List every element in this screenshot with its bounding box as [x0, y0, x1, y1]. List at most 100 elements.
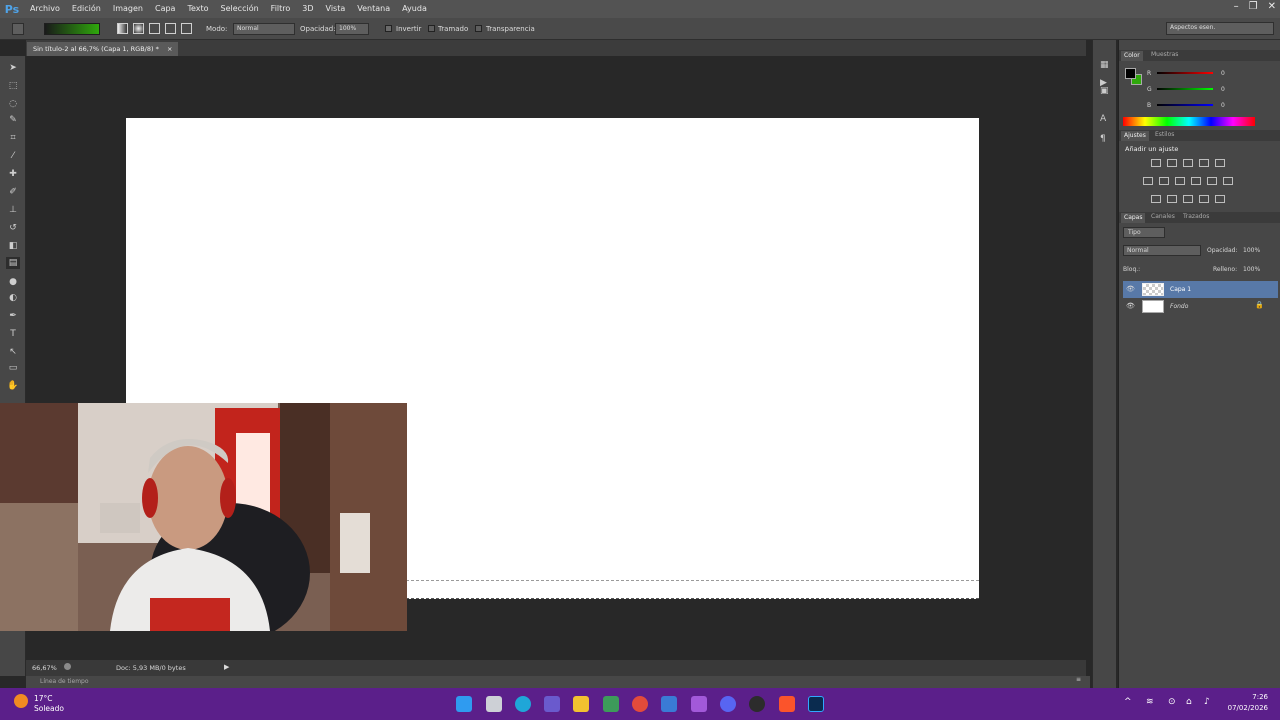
paragraph-panel-icon[interactable]: ¶: [1100, 134, 1106, 144]
network-icon[interactable]: ⌂: [1186, 697, 1192, 707]
channel-g-value[interactable]: 0: [1221, 86, 1225, 93]
status-arrow-icon[interactable]: ▶: [224, 663, 229, 671]
exposure-adjust-icon[interactable]: [1199, 159, 1209, 167]
vibrance-adjust-icon[interactable]: [1215, 159, 1225, 167]
gradient-angle-icon[interactable]: [149, 23, 160, 34]
discord-icon[interactable]: [720, 696, 736, 712]
timeline-label[interactable]: Línea de tiempo: [40, 678, 89, 685]
posterize-icon[interactable]: [1167, 195, 1177, 203]
document-tab-close-icon[interactable]: ×: [167, 45, 172, 53]
color-lookup-icon[interactable]: [1223, 177, 1233, 185]
selective-color-icon[interactable]: [1215, 195, 1225, 203]
foreground-color-swatch[interactable]: [1125, 68, 1136, 79]
modo-select[interactable]: Normal: [233, 23, 295, 35]
wifi-icon[interactable]: ≋: [1146, 697, 1154, 707]
layer-name[interactable]: Fondo: [1170, 303, 1188, 310]
hue-adjust-icon[interactable]: [1143, 177, 1153, 185]
gradient-diamond-icon[interactable]: [181, 23, 192, 34]
menu-3d[interactable]: 3D: [296, 0, 319, 18]
hand-tool-icon[interactable]: ✋: [6, 380, 20, 392]
workspace-select[interactable]: Aspectos esen.: [1166, 22, 1274, 35]
volume-icon[interactable]: ♪: [1204, 697, 1210, 707]
levels-adjust-icon[interactable]: [1167, 159, 1177, 167]
restore-icon[interactable]: ❐: [1249, 1, 1258, 12]
eraser-tool-icon[interactable]: ◧: [6, 240, 20, 252]
quick-selection-icon[interactable]: ✎: [6, 114, 20, 126]
channel-mixer-icon[interactable]: [1207, 177, 1217, 185]
teams-icon[interactable]: [544, 696, 560, 712]
channel-g-slider[interactable]: [1157, 88, 1213, 90]
tab-trazados[interactable]: Trazados: [1183, 213, 1209, 220]
menu-seleccion[interactable]: Selección: [215, 0, 265, 18]
gradient-reflected-icon[interactable]: [165, 23, 176, 34]
app-icon[interactable]: [603, 696, 619, 712]
curves-adjust-icon[interactable]: [1183, 159, 1193, 167]
color-balance-icon[interactable]: [1159, 177, 1169, 185]
gradient-map-icon[interactable]: [1199, 195, 1209, 203]
character-panel-icon[interactable]: A: [1100, 114, 1106, 124]
app-icon[interactable]: [661, 696, 677, 712]
gradient-radial-icon[interactable]: [133, 23, 144, 34]
tramado-checkbox[interactable]: [428, 25, 435, 32]
menu-edicion[interactable]: Edición: [66, 0, 107, 18]
layer-filter-select[interactable]: Tipo: [1123, 227, 1165, 238]
layer-blend-select[interactable]: Normal: [1123, 245, 1201, 256]
menu-capa[interactable]: Capa: [149, 0, 181, 18]
menu-archivo[interactable]: Archivo: [24, 0, 66, 18]
layer-name[interactable]: Capa 1: [1170, 286, 1191, 293]
type-tool-icon[interactable]: T: [6, 328, 20, 340]
close-icon[interactable]: ✕: [1268, 1, 1276, 12]
visibility-eye-icon[interactable]: 👁: [1126, 302, 1135, 310]
properties-panel-icon[interactable]: ▣: [1100, 86, 1109, 96]
black-white-icon[interactable]: [1175, 177, 1185, 185]
tab-estilos[interactable]: Estilos: [1155, 131, 1174, 138]
tab-ajustes[interactable]: Ajustes: [1121, 131, 1149, 141]
start-icon[interactable]: [456, 696, 472, 712]
blur-tool-icon[interactable]: ●: [6, 276, 20, 288]
file-explorer-icon[interactable]: [573, 696, 589, 712]
photoshop-taskbar-icon[interactable]: [808, 696, 824, 712]
dodge-tool-icon[interactable]: ◐: [6, 292, 20, 304]
zoom-level[interactable]: 66,67%: [32, 664, 57, 672]
brave-icon[interactable]: [779, 696, 795, 712]
selection-marquee[interactable]: [406, 580, 979, 599]
document-tab[interactable]: Sin título-2 al 66,7% (Capa 1, RGB/8) * …: [27, 42, 179, 56]
gradient-linear-icon[interactable]: [117, 23, 128, 34]
app-icon[interactable]: [691, 696, 707, 712]
channel-b-value[interactable]: 0: [1221, 102, 1225, 109]
weather-icon[interactable]: [14, 694, 28, 708]
healing-brush-icon[interactable]: ✚: [6, 168, 20, 180]
channel-r-value[interactable]: 0: [1221, 70, 1225, 77]
tab-color[interactable]: Color: [1121, 51, 1143, 61]
eyedropper-icon[interactable]: ⁄: [6, 150, 20, 162]
history-brush-icon[interactable]: ↺: [6, 222, 20, 234]
move-tool-icon[interactable]: ➤: [6, 62, 20, 74]
minimize-icon[interactable]: –: [1234, 1, 1239, 12]
visibility-eye-icon[interactable]: 👁: [1126, 285, 1135, 293]
brush-tool-icon[interactable]: ✐: [6, 186, 20, 198]
timeline-menu-icon[interactable]: ≡: [1076, 676, 1081, 683]
tab-canales[interactable]: Canales: [1151, 213, 1175, 220]
menu-ayuda[interactable]: Ayuda: [396, 0, 433, 18]
gradient-tool-icon[interactable]: ▤: [6, 257, 20, 269]
chrome-icon[interactable]: [632, 696, 648, 712]
menu-filtro[interactable]: Filtro: [265, 0, 297, 18]
color-spectrum-ramp[interactable]: [1123, 117, 1255, 126]
opacidad-field[interactable]: 100%: [335, 23, 369, 35]
threshold-icon[interactable]: [1183, 195, 1193, 203]
chevron-up-icon[interactable]: ^: [1124, 697, 1132, 707]
channel-b-slider[interactable]: [1157, 104, 1213, 106]
tab-capas[interactable]: Capas: [1121, 213, 1146, 223]
layer-opacity-value[interactable]: 100%: [1243, 247, 1260, 254]
channel-r-slider[interactable]: [1157, 72, 1213, 74]
menu-texto[interactable]: Texto: [181, 0, 214, 18]
menu-vista[interactable]: Vista: [320, 0, 352, 18]
edge-icon[interactable]: [515, 696, 531, 712]
tool-preset-picker[interactable]: [12, 23, 24, 35]
transparencia-checkbox[interactable]: [475, 25, 482, 32]
menu-ventana[interactable]: Ventana: [351, 0, 396, 18]
microphone-icon[interactable]: ⊙: [1168, 697, 1176, 707]
clock-time[interactable]: 7:26: [1226, 693, 1268, 701]
menu-imagen[interactable]: Imagen: [107, 0, 149, 18]
invertir-checkbox[interactable]: [385, 25, 392, 32]
